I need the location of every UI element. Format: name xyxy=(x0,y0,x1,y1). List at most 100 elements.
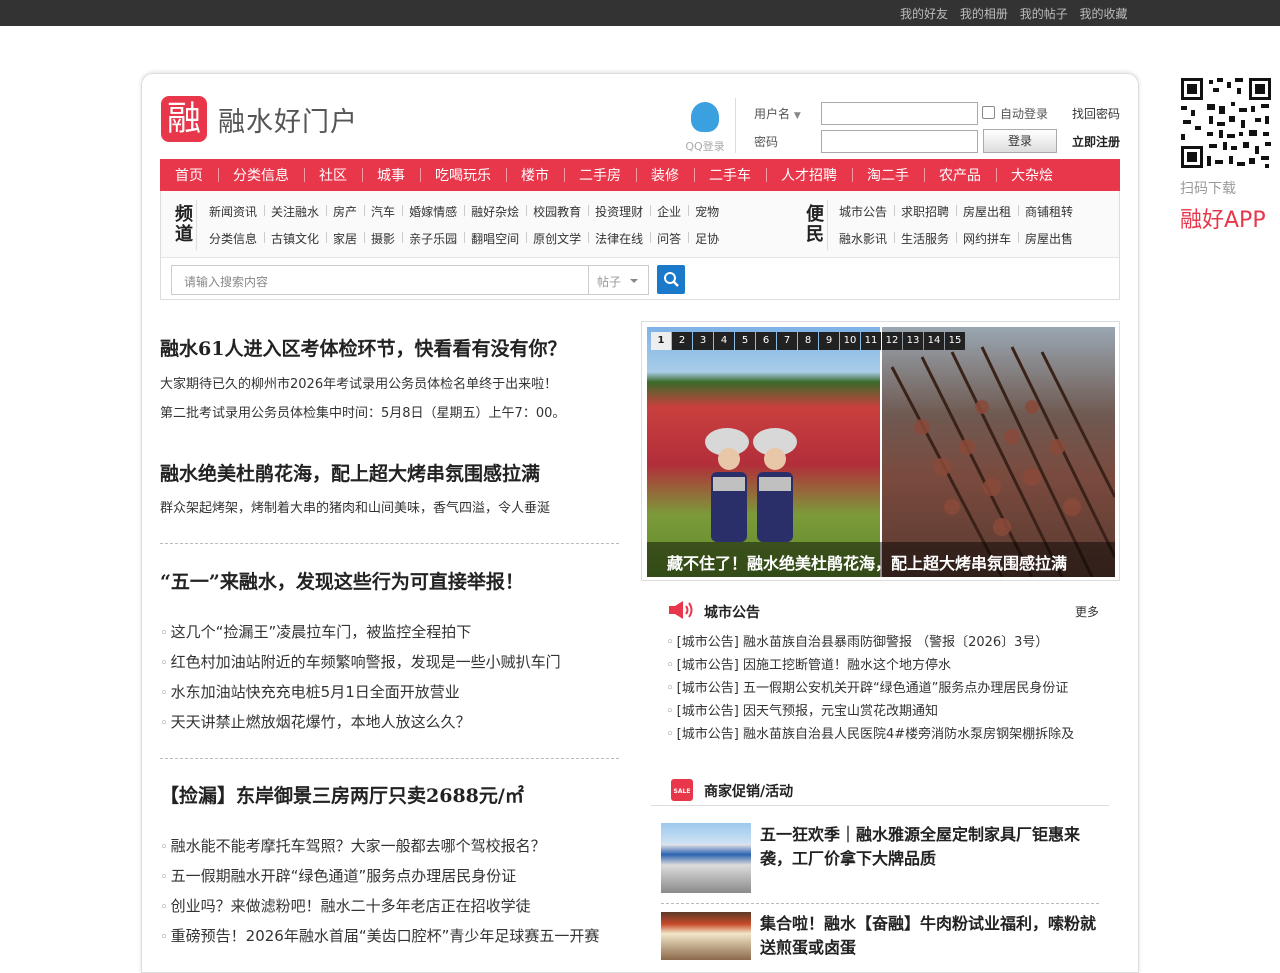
nav-secondhand-house[interactable]: 二手房 xyxy=(564,165,636,185)
slider-page[interactable]: 12 xyxy=(882,332,902,350)
my-friends-link[interactable]: 我的好友 xyxy=(900,7,948,21)
channel-link[interactable]: 古镇文化 xyxy=(264,230,326,247)
login-button[interactable]: 登录 xyxy=(983,129,1057,153)
channel-link[interactable]: 融好杂烩 xyxy=(464,203,526,220)
headline-1[interactable]: 融水61人进入区考体检环节，快看看有没有你？ xyxy=(160,334,566,361)
notice-item[interactable]: [城市公告] 融水苗族自治县人民医院4#楼旁消防水泵房钢架棚拆除及 xyxy=(666,723,1074,742)
nav-city[interactable]: 城事 xyxy=(362,165,420,185)
list-item[interactable]: 融水能不能考摩托车驾照？大家一般都去哪个驾校报名？ xyxy=(160,835,546,856)
convenience-link[interactable]: 融水影讯 xyxy=(832,230,894,247)
search-button[interactable] xyxy=(657,265,685,294)
auto-login-label[interactable]: 自动登录 xyxy=(1000,105,1048,122)
convenience-link[interactable]: 房屋出售 xyxy=(1018,230,1080,247)
channel-link[interactable]: 婚嫁情感 xyxy=(402,203,464,220)
list-item[interactable]: 这几个“捡漏王”凌晨拉车门，被监控全程拍下 xyxy=(160,621,472,642)
list-item[interactable]: 重磅预告！2026年融水首届“美齿口腔杯”青少年足球赛五一开赛 xyxy=(160,925,600,946)
list-item[interactable]: 创业吗？来做滤粉吧！融水二十多年老店正在招收学徒 xyxy=(160,895,531,916)
convenience-link[interactable]: 商铺租转 xyxy=(1018,203,1080,220)
nav-miscellaneous[interactable]: 大杂烩 xyxy=(996,165,1068,185)
convenience-link[interactable]: 生活服务 xyxy=(894,230,956,247)
channel-link[interactable]: 法律在线 xyxy=(588,230,650,247)
convenience-link[interactable]: 房屋出租 xyxy=(956,203,1018,220)
channel-link[interactable]: 摄影 xyxy=(364,230,402,247)
slider-page[interactable]: 5 xyxy=(735,332,755,350)
slider-page[interactable]: 2 xyxy=(672,332,692,350)
slider-page[interactable]: 6 xyxy=(756,332,776,350)
nav-farm-products[interactable]: 农产品 xyxy=(924,165,996,185)
promo-item-title[interactable]: 集合啦！融水【奋融】牛肉粉试业福利，嗦粉就送煎蛋或卤蛋 xyxy=(760,912,1105,960)
slider-page[interactable]: 8 xyxy=(798,332,818,350)
channel-link[interactable]: 问答 xyxy=(650,230,688,247)
promo-image-furniture[interactable] xyxy=(661,823,751,893)
convenience-link[interactable]: 求职招聘 xyxy=(894,203,956,220)
channel-link[interactable]: 房产 xyxy=(326,203,364,220)
notice-more-link[interactable]: 更多 xyxy=(1075,603,1099,620)
nav-property[interactable]: 楼市 xyxy=(506,165,564,185)
list-item[interactable]: 五一假期融水开辟“绿色通道”服务点办理居民身份证 xyxy=(160,865,517,886)
channel-link[interactable]: 分类信息 xyxy=(202,230,264,247)
slider-page[interactable]: 3 xyxy=(693,332,713,350)
channel-link[interactable]: 企业 xyxy=(650,203,688,220)
site-logo-icon[interactable]: 融 xyxy=(161,96,207,142)
search-type-select[interactable]: 帖子 xyxy=(589,265,649,295)
list-item[interactable]: 天天讲禁止燃放烟花爆竹，本地人放这么久？ xyxy=(160,711,471,732)
promo-item-title[interactable]: 五一狂欢季｜融水雅源全屋定制家具厂钜惠来袭，工厂价拿下大牌品质 xyxy=(760,823,1105,871)
nav-community[interactable]: 社区 xyxy=(304,165,362,185)
qq-login[interactable]: QQ登录 xyxy=(684,102,726,154)
channel-link[interactable]: 宠物 xyxy=(688,203,726,220)
channel-link[interactable]: 汽车 xyxy=(364,203,402,220)
notice-item[interactable]: [城市公告] 融水苗族自治县暴雨防御警报 （警报〔2026〕3号） xyxy=(666,631,1049,650)
channel-link[interactable]: 投资理财 xyxy=(588,203,650,220)
my-posts-link[interactable]: 我的帖子 xyxy=(1020,7,1068,21)
nav-classified[interactable]: 分类信息 xyxy=(218,165,304,185)
convenience-link[interactable]: 网约拼车 xyxy=(956,230,1018,247)
my-album-link[interactable]: 我的相册 xyxy=(960,7,1008,21)
username-label[interactable]: 用户名 ▼ xyxy=(754,105,801,122)
headline-2[interactable]: 融水绝美杜鹃花海，配上超大烤串氛围感拉满 xyxy=(160,459,540,486)
convenience-link[interactable]: 城市公告 xyxy=(832,203,894,220)
slider-image-flowers[interactable] xyxy=(647,327,880,577)
slider-page[interactable]: 9 xyxy=(819,332,839,350)
nav-used-car[interactable]: 二手车 xyxy=(694,165,766,185)
slider-page[interactable]: 13 xyxy=(903,332,923,350)
slider-page[interactable]: 4 xyxy=(714,332,734,350)
list-item[interactable]: 红色村加油站附近的车频繁响警报，发现是一些小贼扒车门 xyxy=(160,651,561,672)
slider-page[interactable]: 11 xyxy=(861,332,881,350)
list-item[interactable]: 水东加油站快充充电桩5月1日全面开放营业 xyxy=(160,681,460,702)
slider-page[interactable]: 1 xyxy=(651,332,671,350)
nav-home[interactable]: 首页 xyxy=(160,165,218,185)
promo-image-noodles[interactable] xyxy=(661,912,751,960)
channel-link[interactable]: 足协 xyxy=(688,230,726,247)
slider-page[interactable]: 14 xyxy=(924,332,944,350)
slider-page[interactable]: 15 xyxy=(945,332,965,350)
channel-link[interactable]: 关注融水 xyxy=(264,203,326,220)
username-input[interactable] xyxy=(821,102,978,125)
channel-link[interactable]: 翻唱空间 xyxy=(464,230,526,247)
headline-3[interactable]: “五一”来融水，发现这些行为可直接举报！ xyxy=(160,567,524,594)
search-input[interactable]: 请输入搜索内容 xyxy=(171,265,589,295)
notice-item[interactable]: [城市公告] 因施工挖断管道！融水这个地方停水 xyxy=(666,654,951,673)
slider-image-barbecue[interactable] xyxy=(882,327,1115,577)
channel-link[interactable]: 家居 xyxy=(326,230,364,247)
slider-page[interactable]: 10 xyxy=(840,332,860,350)
app-name[interactable]: 融好APP xyxy=(1180,202,1266,234)
channel-link[interactable]: 亲子乐园 xyxy=(402,230,464,247)
find-password-link[interactable]: 找回密码 xyxy=(1072,105,1120,122)
nav-decoration[interactable]: 装修 xyxy=(636,165,694,185)
slider-caption[interactable]: 藏不住了！融水绝美杜鹃花海，配上超大烤串氛围感拉满 xyxy=(647,542,1115,577)
password-input[interactable] xyxy=(821,130,978,153)
my-favorites-link[interactable]: 我的收藏 xyxy=(1080,7,1128,21)
nav-jobs[interactable]: 人才招聘 xyxy=(766,165,852,185)
register-link[interactable]: 立即注册 xyxy=(1072,133,1120,150)
headline-4[interactable]: 【捡漏】东岸御景三房两厅只卖2688元/㎡ xyxy=(160,781,524,808)
nav-food-fun[interactable]: 吃喝玩乐 xyxy=(420,165,506,185)
notice-item[interactable]: [城市公告] 五一假期公安机关开辟“绿色通道”服务点办理居民身份证 xyxy=(666,677,1069,696)
notice-item[interactable]: [城市公告] 因天气预报，元宝山赏花改期通知 xyxy=(666,700,938,719)
nav-flea-market[interactable]: 淘二手 xyxy=(852,165,924,185)
channel-link[interactable]: 新闻资讯 xyxy=(202,203,264,220)
site-name[interactable]: 融水好门户 xyxy=(218,100,358,139)
auto-login-checkbox[interactable] xyxy=(982,106,995,119)
slider-page[interactable]: 7 xyxy=(777,332,797,350)
channel-link[interactable]: 原创文学 xyxy=(526,230,588,247)
channel-link[interactable]: 校园教育 xyxy=(526,203,588,220)
